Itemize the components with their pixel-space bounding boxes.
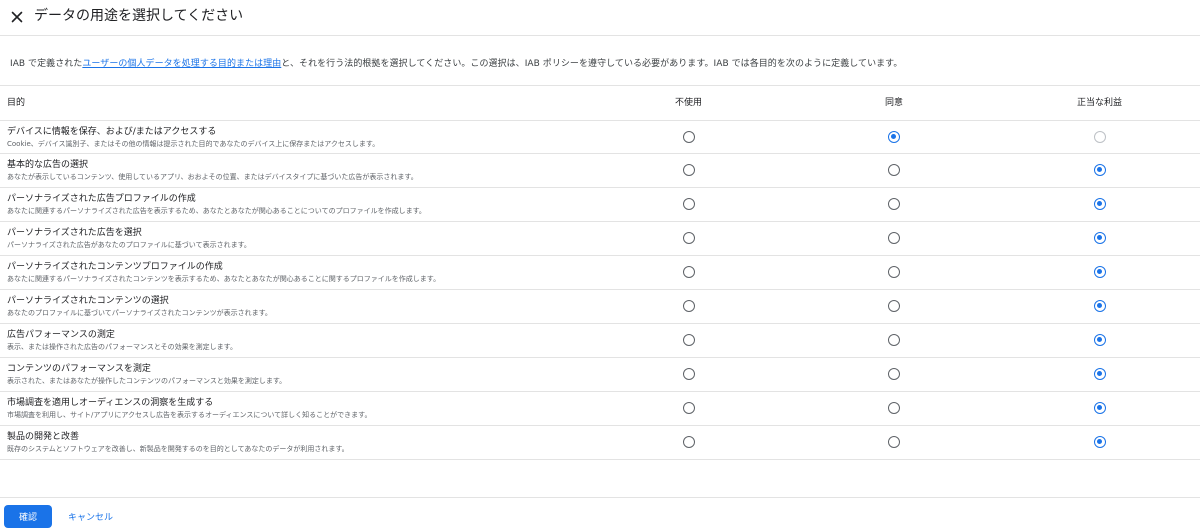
purpose-description: 表示された、またはあなたが操作したコンテンツのパフォーマンスと効果を測定します。	[7, 377, 287, 385]
radio-not-used[interactable]	[683, 131, 695, 143]
purpose-title: 市場調査を適用しオーディエンスの洞察を生成する	[7, 398, 214, 408]
dialog-header: データの用途を選択してください	[0, 0, 1200, 36]
column-header-consent: 同意	[885, 98, 904, 108]
radio-not-used[interactable]	[683, 232, 695, 244]
radio-consent[interactable]	[888, 232, 900, 244]
radio-consent[interactable]	[888, 436, 900, 448]
purpose-table: デバイスに情報を保存、および/またはアクセスする Cookie、デバイス識別子、ま…	[0, 120, 1200, 460]
footer-divider	[0, 497, 1200, 498]
purpose-title: パーソナライズされたコンテンツプロファイルの作成	[7, 262, 223, 272]
divider	[0, 85, 1200, 86]
radio-not-used[interactable]	[683, 402, 695, 414]
purpose-description: 既存のシステムとソフトウェアを改善し、新製品を開発するのを目的としてあなたのデー…	[7, 445, 349, 453]
radio-not-used[interactable]	[683, 300, 695, 312]
purpose-description: Cookie、デバイス識別子、またはその他の情報は提示された目的であなたのデバイ…	[7, 140, 380, 148]
table-row: パーソナライズされた広告を選択パーソナライズされた広告があなたのプロファイルに基…	[0, 222, 1200, 256]
description-after: と、それを行う法的根拠を選択してください。この選択は、IAB ポリシーを遵守して…	[281, 59, 903, 69]
radio-consent[interactable]	[888, 164, 900, 176]
purpose-title: 製品の開発と改善	[7, 432, 80, 442]
table-row: パーソナライズされた広告プロファイルの作成あなたに関連するパーソナライズされた広…	[0, 188, 1200, 222]
column-header-purpose: 目的	[7, 98, 26, 108]
purpose-title: パーソナライズされた広告プロファイルの作成	[7, 194, 196, 204]
purpose-description: 市場調査を利用し、サイト/アプリにアクセスし広告を表示するオーディエンスについて…	[7, 411, 372, 419]
radio-not-used[interactable]	[683, 164, 695, 176]
table-row: パーソナライズされたコンテンツの選択あなたのプロファイルに基づいてパーソナライズ…	[0, 290, 1200, 324]
radio-not-used[interactable]	[683, 266, 695, 278]
radio-consent[interactable]	[888, 368, 900, 380]
column-header-not-used: 不使用	[675, 98, 703, 108]
close-button[interactable]	[8, 8, 26, 26]
purpose-title: 広告パフォーマンスの測定	[7, 330, 115, 340]
radio-legitimate-interest[interactable]	[1094, 164, 1106, 176]
purposes-link[interactable]: ユーザーの個人データを処理する目的または理由	[82, 59, 281, 69]
radio-legitimate-interest[interactable]	[1094, 232, 1106, 244]
radio-legitimate-interest[interactable]	[1094, 368, 1106, 380]
column-header-legitimate-interest: 正当な利益	[1077, 98, 1123, 108]
radio-not-used[interactable]	[683, 198, 695, 210]
radio-legitimate-interest	[1094, 131, 1106, 143]
radio-legitimate-interest[interactable]	[1094, 198, 1106, 210]
confirm-button[interactable]: 確認	[4, 505, 52, 528]
description-before: IAB で定義された	[10, 59, 83, 69]
table-row: 基本的な広告の選択あなたが表示しているコンテンツ、使用しているアプリ、おおよその…	[0, 154, 1200, 188]
purpose-description: あなたに関連するパーソナライズされたコンテンツを表示するため、あなたとあなたが関…	[7, 275, 441, 283]
table-row: 市場調査を適用しオーディエンスの洞察を生成する市場調査を利用し、サイト/アプリに…	[0, 392, 1200, 426]
description-text: IAB で定義されたユーザーの個人データを処理する目的または理由と、それを行う法…	[10, 58, 902, 70]
table-row: パーソナライズされたコンテンツプロファイルの作成あなたに関連するパーソナライズさ…	[0, 256, 1200, 290]
radio-consent[interactable]	[888, 198, 900, 210]
radio-consent[interactable]	[888, 334, 900, 346]
table-row: 製品の開発と改善既存のシステムとソフトウェアを改善し、新製品を開発するのを目的と…	[0, 426, 1200, 460]
table-row: デバイスに情報を保存、および/またはアクセスする Cookie、デバイス識別子、ま…	[0, 120, 1200, 154]
purpose-description: あなたが表示しているコンテンツ、使用しているアプリ、おおよその位置、またはデバイ…	[7, 173, 418, 181]
radio-legitimate-interest[interactable]	[1094, 300, 1106, 312]
purpose-description: あなたのプロファイルに基づいてパーソナライズされたコンテンツが表示されます。	[7, 309, 272, 317]
purpose-title: デバイスに情報を保存、および/またはアクセスする	[7, 127, 217, 137]
table-row: 広告パフォーマンスの測定表示、または操作された広告のパフォーマンスとその効果を測…	[0, 324, 1200, 358]
purpose-title: コンテンツのパフォーマンスを測定	[7, 364, 151, 374]
purpose-description: あなたに関連するパーソナライズされた広告を表示するため、あなたとあなたが関心ある…	[7, 207, 426, 215]
cancel-button[interactable]: キャンセル	[62, 505, 119, 528]
radio-consent[interactable]	[888, 402, 900, 414]
radio-legitimate-interest[interactable]	[1094, 334, 1106, 346]
purpose-description: 表示、または操作された広告のパフォーマンスとその効果を測定します。	[7, 343, 237, 351]
radio-not-used[interactable]	[683, 334, 695, 346]
radio-consent[interactable]	[888, 131, 900, 143]
purpose-title: 基本的な広告の選択	[7, 160, 89, 170]
radio-legitimate-interest[interactable]	[1094, 436, 1106, 448]
radio-consent[interactable]	[888, 300, 900, 312]
purpose-title: パーソナライズされたコンテンツの選択	[7, 296, 169, 306]
purpose-description: パーソナライズされた広告があなたのプロファイルに基づいて表示されます。	[7, 241, 251, 249]
dialog-title: データの用途を選択してください	[34, 8, 244, 24]
table-row: コンテンツのパフォーマンスを測定表示された、またはあなたが操作したコンテンツのパ…	[0, 358, 1200, 392]
radio-consent[interactable]	[888, 266, 900, 278]
radio-legitimate-interest[interactable]	[1094, 266, 1106, 278]
radio-not-used[interactable]	[683, 436, 695, 448]
close-icon	[11, 11, 23, 23]
purpose-title: パーソナライズされた広告を選択	[7, 228, 142, 238]
radio-legitimate-interest[interactable]	[1094, 402, 1106, 414]
radio-not-used[interactable]	[683, 368, 695, 380]
